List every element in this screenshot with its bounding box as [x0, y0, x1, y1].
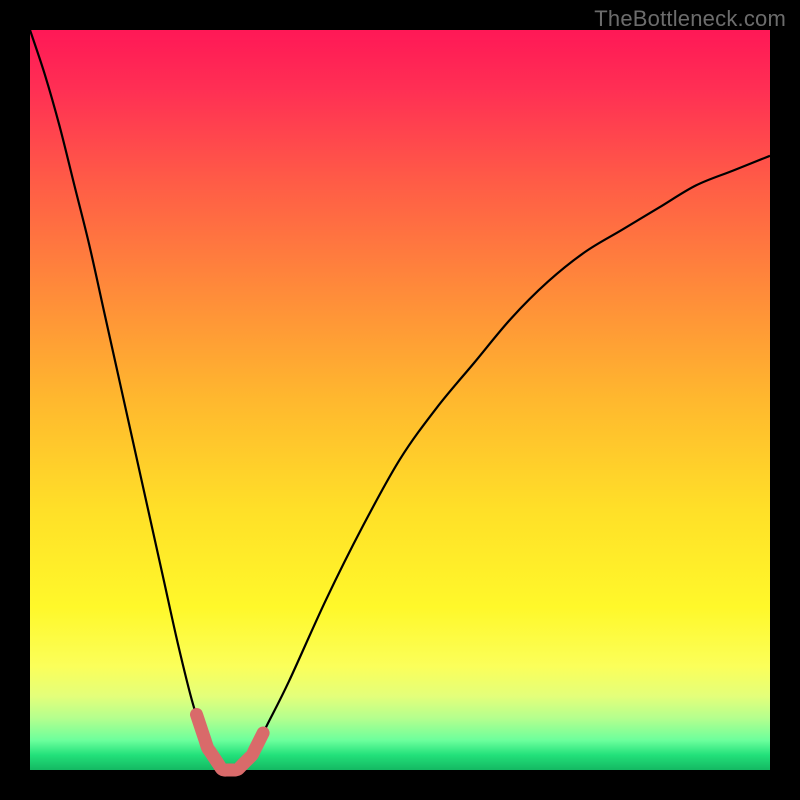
bottleneck-curve-svg [30, 30, 770, 770]
bottleneck-curve-path [30, 30, 770, 772]
watermark-text: TheBottleneck.com [594, 6, 786, 32]
chart-plot-area [30, 30, 770, 770]
bottleneck-curve-highlight [197, 715, 264, 771]
